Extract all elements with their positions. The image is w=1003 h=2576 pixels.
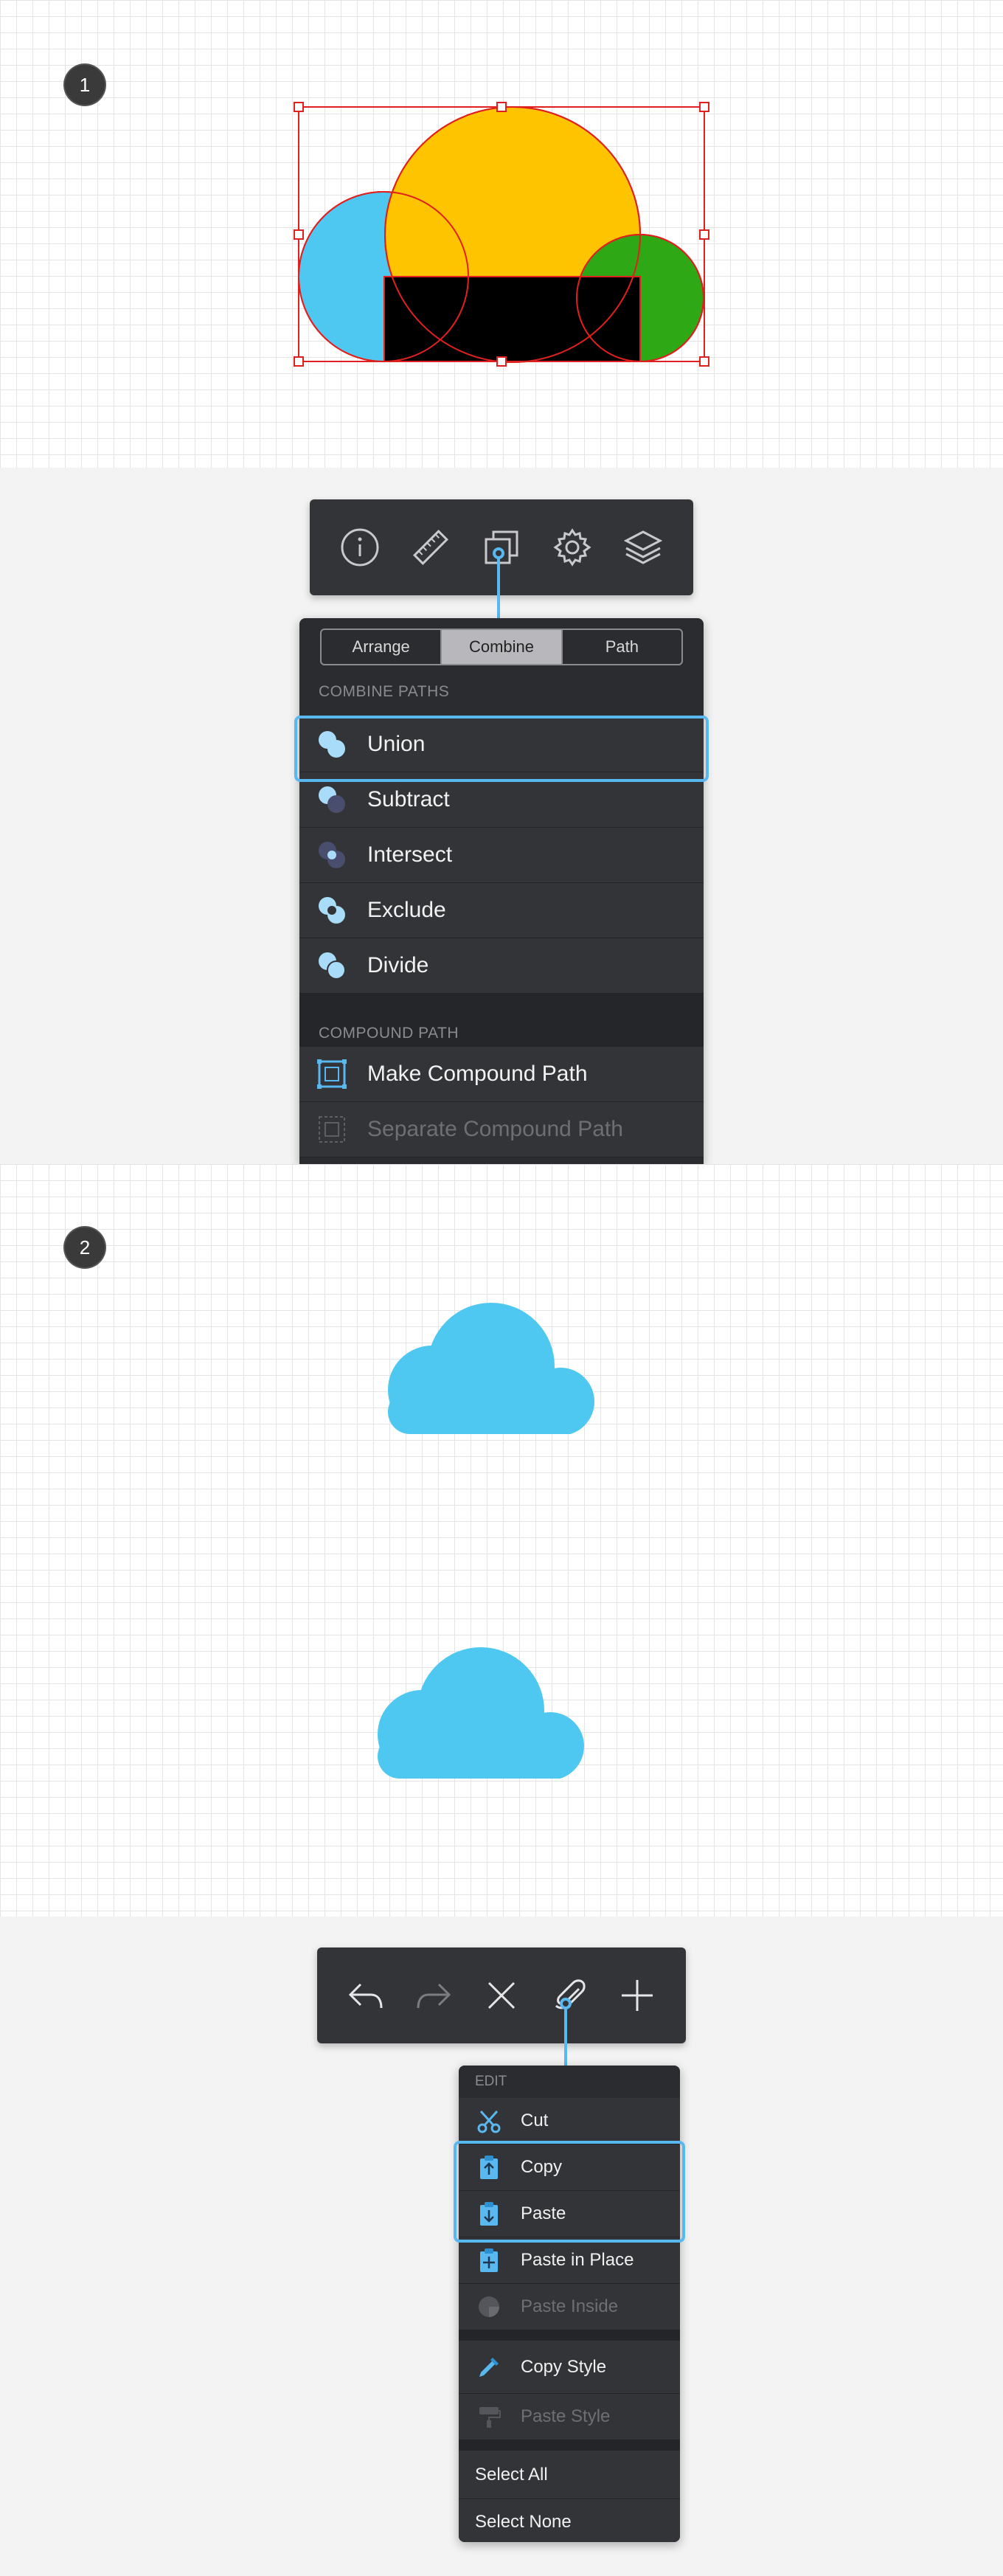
paste-inside-row: Paste Inside: [459, 2284, 680, 2330]
tab-combine[interactable]: Combine: [442, 630, 563, 664]
divide-row[interactable]: Divide: [299, 938, 704, 994]
paste-in-place-icon: [475, 2246, 503, 2274]
paint-roller-icon: [475, 2403, 503, 2431]
cut-label: Cut: [521, 2111, 549, 2130]
delete-icon[interactable]: [481, 1975, 522, 2016]
make-compound-icon: [316, 1058, 348, 1090]
undo-icon[interactable]: [345, 1975, 386, 2016]
panel-tabs: Arrange Combine Path: [320, 629, 683, 665]
cloud-shape-bottom[interactable]: [376, 1647, 584, 1779]
make-compound-row[interactable]: Make Compound Path: [299, 1047, 704, 1102]
edit-toolbar: [317, 1947, 686, 2043]
copy-style-row[interactable]: Copy Style: [459, 2341, 680, 2394]
info-icon[interactable]: [339, 527, 381, 568]
paste-in-place-row[interactable]: Paste in Place: [459, 2237, 680, 2284]
redo-icon[interactable]: [413, 1975, 454, 2016]
ruler-icon[interactable]: [410, 527, 451, 568]
intersect-row[interactable]: Intersect: [299, 828, 704, 883]
intersect-label: Intersect: [367, 842, 453, 867]
select-none-row[interactable]: Select None: [459, 2499, 680, 2542]
copy-style-label: Copy Style: [521, 2356, 607, 2377]
divide-icon: [316, 949, 348, 982]
subtract-label: Subtract: [367, 787, 450, 811]
separate-compound-label: Separate Compound Path: [367, 1117, 623, 1141]
step-badge: 1: [65, 65, 105, 105]
select-all-row[interactable]: Select All: [459, 2451, 680, 2499]
menu-separator: [459, 2440, 680, 2451]
exclude-label: Exclude: [367, 898, 446, 922]
add-icon[interactable]: [617, 1975, 658, 2016]
paperclip-icon[interactable]: [549, 1975, 590, 2016]
cloud-shape-top[interactable]: [386, 1303, 594, 1434]
cut-row[interactable]: Cut: [459, 2098, 680, 2144]
paste-style-label: Paste Style: [521, 2406, 611, 2426]
paste-style-row: Paste Style: [459, 2394, 680, 2440]
divide-label: Divide: [367, 953, 429, 977]
toolbar-connector: [497, 552, 500, 618]
separate-compound-row: Separate Compound Path: [299, 1102, 704, 1157]
layers-icon[interactable]: [622, 527, 664, 568]
copy-paste-highlight: [454, 2141, 685, 2243]
gear-icon[interactable]: [552, 527, 593, 568]
exclude-row[interactable]: Exclude: [299, 883, 704, 938]
shapes-artwork[interactable]: [288, 96, 715, 369]
path-panel: Arrange Combine Path COMBINE PATHS Union…: [299, 618, 704, 1164]
select-all-label: Select All: [475, 2464, 548, 2485]
paste-in-place-label: Paste in Place: [521, 2250, 634, 2270]
inspector-toolbar: [310, 499, 693, 595]
paste-inside-label: Paste Inside: [521, 2296, 619, 2316]
step-badge: 2: [65, 1228, 105, 1267]
tab-arrange[interactable]: Arrange: [322, 630, 442, 664]
path-panel-icon[interactable]: [481, 527, 522, 568]
edit-connector-dot: [560, 1998, 572, 2009]
tab-path[interactable]: Path: [563, 630, 681, 664]
make-compound-label: Make Compound Path: [367, 1062, 588, 1086]
edit-menu: EDIT Cut Copy Paste Paste in Place Paste…: [459, 2066, 680, 2542]
select-none-label: Select None: [475, 2511, 572, 2532]
eyedropper-icon: [475, 2353, 503, 2381]
exclude-icon: [316, 894, 348, 927]
combine-paths-header: COMBINE PATHS: [299, 676, 704, 705]
scissors-icon: [475, 2107, 503, 2135]
canvas-step1[interactable]: 1: [0, 0, 1003, 468]
edit-header: EDIT: [459, 2066, 680, 2098]
separate-compound-icon: [316, 1113, 348, 1146]
subtract-icon: [316, 783, 348, 816]
union-highlight: [294, 716, 709, 782]
canvas-step2[interactable]: 2: [0, 1164, 1003, 1917]
intersect-icon: [316, 839, 348, 871]
compound-path-header: COMPOUND PATH: [299, 994, 704, 1047]
menu-separator: [459, 2330, 680, 2341]
paste-inside-icon: [475, 2293, 503, 2321]
connector-dot: [493, 547, 504, 559]
edit-connector: [564, 2003, 567, 2068]
